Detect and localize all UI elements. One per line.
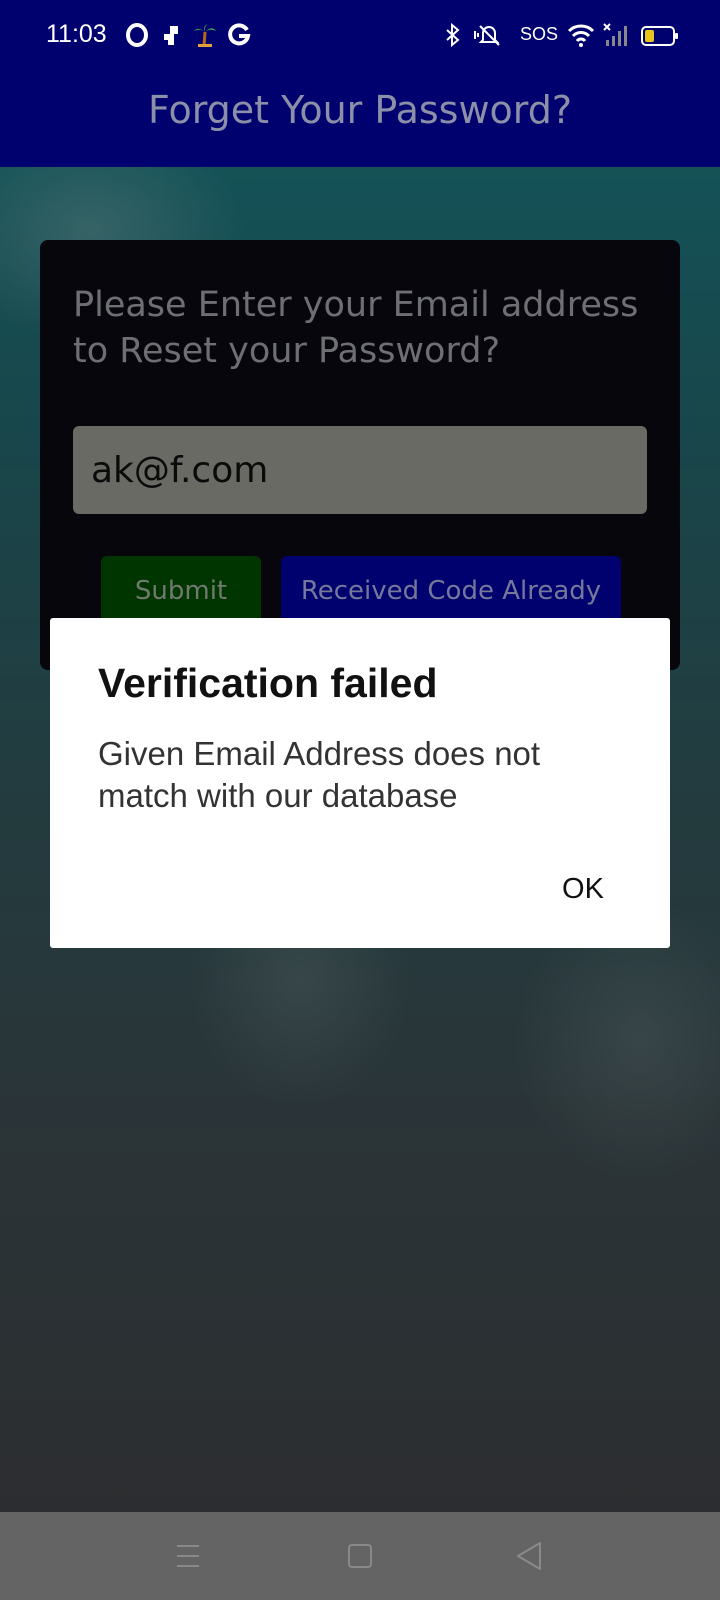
email-field[interactable]: ak@f.com: [73, 426, 647, 514]
wifi-icon: [567, 24, 595, 47]
vibrate-icon: [474, 25, 500, 46]
dialog-message: Given Email Address does not match with …: [98, 735, 541, 814]
notification-icon: [164, 26, 178, 45]
opera-icon: [126, 23, 148, 47]
back-icon[interactable]: [510, 1536, 550, 1576]
status-time: 11:03: [46, 20, 107, 48]
sos-indicator: SOS: [520, 24, 559, 44]
ok-button[interactable]: OK: [548, 866, 618, 912]
menu-icon[interactable]: [168, 1536, 208, 1576]
email-field-value: ak@f.com: [91, 449, 269, 491]
status-bar: 11:03 SOS: [0, 0, 720, 72]
received-code-button[interactable]: Received Code Already: [281, 556, 621, 626]
google-icon: [228, 23, 251, 46]
signal-icon: [603, 23, 627, 46]
bluetooth-icon: [446, 22, 460, 48]
palm-tree-icon: [194, 24, 216, 47]
battery-icon: [641, 26, 678, 46]
home-icon[interactable]: [340, 1536, 380, 1576]
email-prompt: Please Enter your Email address to Reset…: [73, 285, 639, 371]
submit-button[interactable]: Submit: [101, 556, 261, 626]
page-title: Forget Your Password?: [147, 88, 573, 132]
dialog-title: Verification failed: [98, 660, 438, 706]
app-bar: 11:03 SOS Forget Your Password?: [0, 0, 720, 167]
